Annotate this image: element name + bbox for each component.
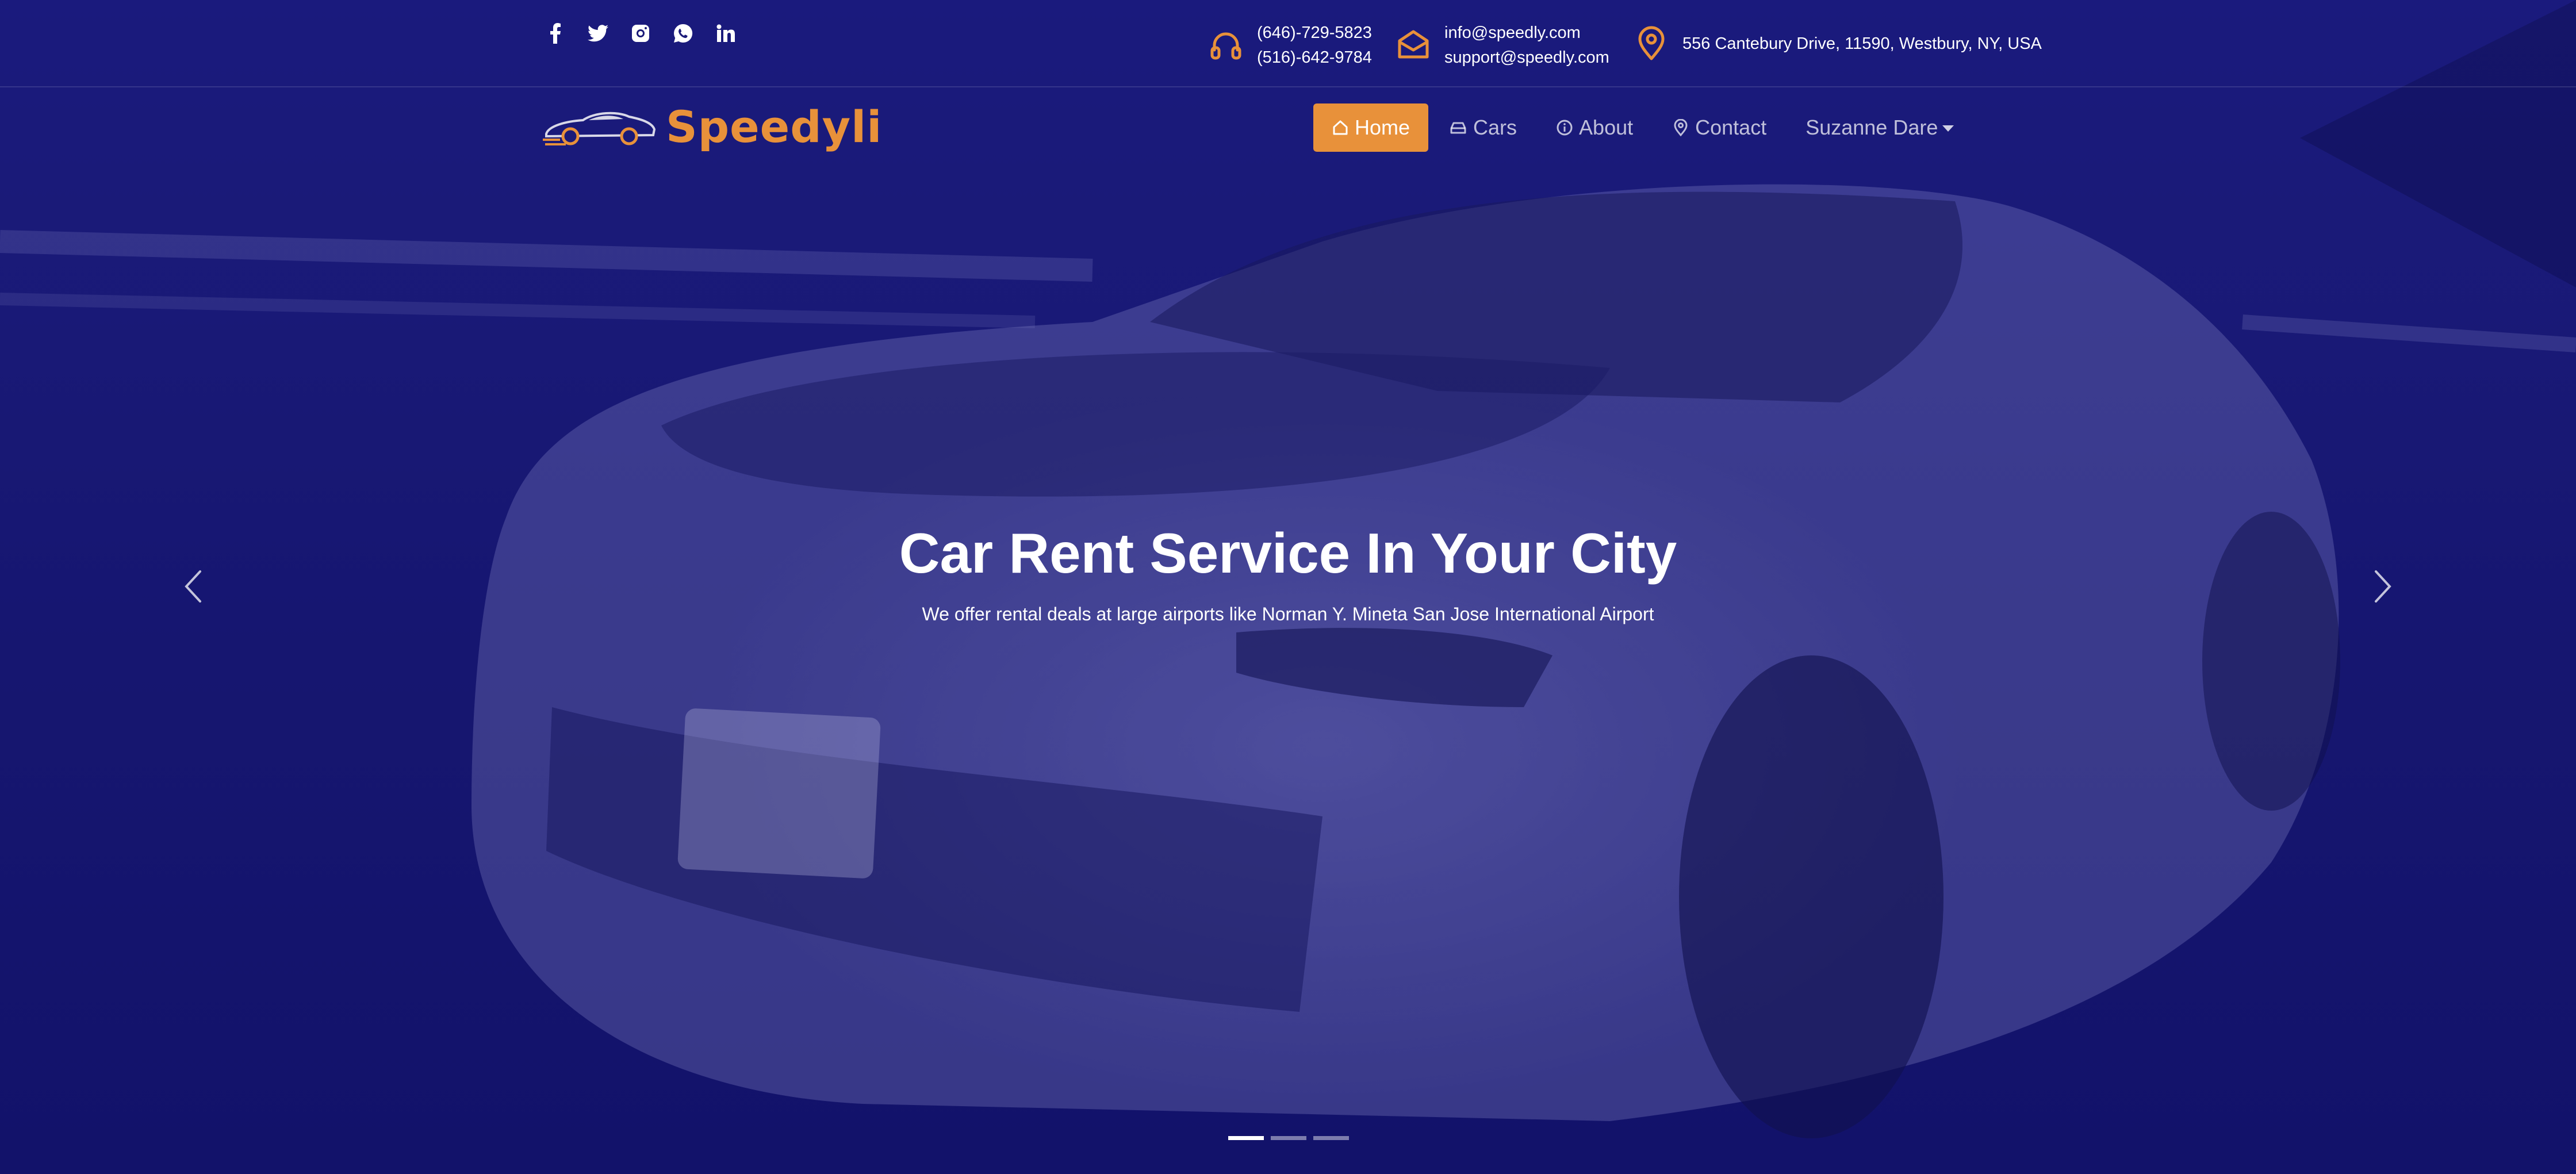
headphones-icon [1210, 32, 1241, 60]
chevron-right-icon [2375, 570, 2391, 603]
color-overlay [0, 0, 2576, 1174]
email-address-2[interactable]: support@speedly.com [1444, 45, 1609, 70]
hero-subtitle: We offer rental deals at large airports … [922, 604, 1654, 624]
nav-home-label: Home [1355, 116, 1410, 139]
whatsapp-icon[interactable] [673, 23, 693, 44]
email-contact: info@speedly.com support@speedly.com [1395, 21, 1609, 70]
phone-number-2[interactable]: (516)-642-9784 [1257, 45, 1372, 70]
facebook-icon[interactable] [545, 23, 566, 44]
address-contact: 556 Cantebury Drive, 11590, Westbury, NY… [1633, 25, 2042, 62]
carousel-indicator-1[interactable] [1228, 1136, 1264, 1140]
nav-contact-label: Contact [1695, 116, 1767, 139]
caret-down-icon [1942, 125, 1954, 132]
phone-contact: (646)-729-5823 (516)-642-9784 [1208, 21, 1372, 70]
email-address-1[interactable]: info@speedly.com [1444, 21, 1609, 45]
carousel-next-button[interactable] [2366, 563, 2400, 609]
nav-cars[interactable]: Cars [1431, 103, 1535, 152]
hero-title: Car Rent Service In Your City [899, 521, 1677, 585]
linkedin-icon[interactable] [715, 23, 736, 44]
user-name: Suzanne Dare [1805, 116, 1938, 139]
instagram-icon[interactable] [630, 23, 651, 44]
nav-home[interactable]: Home [1313, 103, 1429, 152]
address-text: 556 Cantebury Drive, 11590, Westbury, NY… [1682, 34, 2042, 53]
user-menu-dropdown[interactable]: Suzanne Dare [1787, 103, 1972, 152]
carousel-indicators [1228, 1136, 1349, 1140]
social-links [545, 23, 736, 44]
carousel-prev-button[interactable] [176, 563, 210, 609]
brand-logo[interactable]: Speedyli [543, 101, 882, 152]
home-icon [1333, 120, 1348, 135]
location-icon [1674, 119, 1688, 136]
nav-contact[interactable]: Contact [1654, 103, 1785, 152]
car-icon [1450, 122, 1466, 134]
map-pin-icon [1638, 26, 1665, 60]
phone-number-1[interactable]: (646)-729-5823 [1257, 21, 1372, 45]
twitter-icon[interactable] [588, 23, 608, 44]
main-nav: Home Cars About Contact Suzanne Dare [1313, 103, 1975, 152]
nav-cars-label: Cars [1473, 116, 1517, 139]
chevron-left-icon [185, 570, 201, 603]
nav-about[interactable]: About [1538, 103, 1651, 152]
nav-about-label: About [1579, 116, 1634, 139]
carousel-indicator-2[interactable] [1271, 1136, 1306, 1140]
envelope-icon [1398, 30, 1429, 59]
carousel-indicator-3[interactable] [1313, 1136, 1349, 1140]
info-icon [1557, 120, 1573, 136]
top-bar: (646)-729-5823 (516)-642-9784 info@speed… [0, 0, 2576, 87]
brand-name: Speedyli [666, 101, 883, 152]
car-logo-icon [543, 112, 656, 145]
